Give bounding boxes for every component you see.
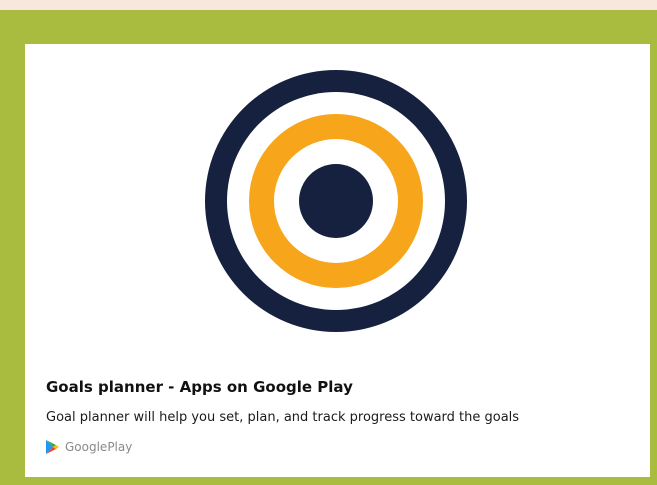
card-description: Goal planner will help you set, plan, an… [46, 410, 520, 425]
google-play-icon [46, 440, 59, 454]
link-preview-card[interactable]: Goals planner - Apps on Google Play Goal… [25, 44, 650, 477]
link-preview-frame: Goals planner - Apps on Google Play Goal… [0, 10, 657, 485]
card-title[interactable]: Goals planner - Apps on Google Play [46, 378, 353, 396]
card-source: GooglePlay [46, 440, 132, 454]
target-bullseye [299, 164, 373, 238]
source-label: GooglePlay [65, 440, 133, 454]
target-icon [205, 70, 467, 332]
